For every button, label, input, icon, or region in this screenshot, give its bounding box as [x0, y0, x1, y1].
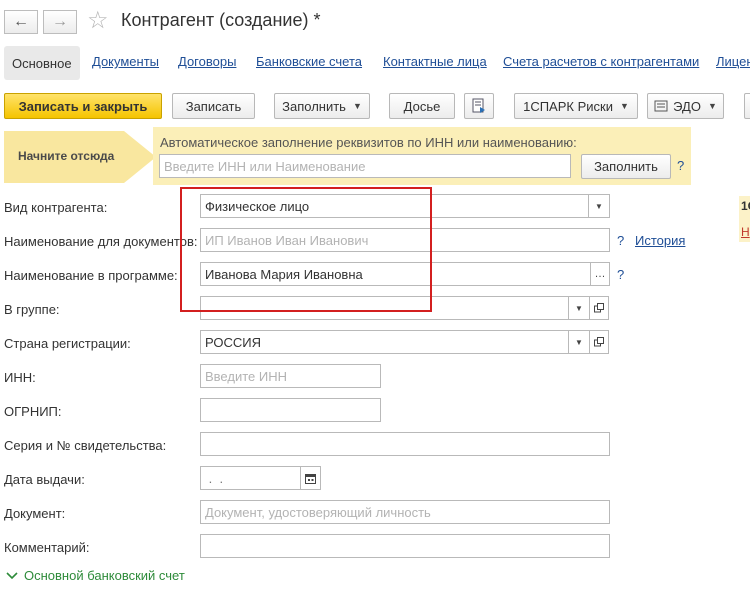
comment-input[interactable]	[200, 534, 610, 558]
country-open-button[interactable]	[589, 330, 609, 354]
autofill-fill-button[interactable]: Заполнить	[581, 154, 671, 179]
dropdown-caret-icon: ▼	[575, 303, 583, 313]
kind-label: Вид контрагента:	[4, 200, 108, 215]
page-title: Контрагент (создание) *	[121, 10, 321, 30]
fill-menu-button[interactable]: Заполнить ▼	[274, 93, 370, 119]
ogrnip-input[interactable]	[200, 398, 381, 422]
edo-icon	[654, 100, 668, 112]
document-label: Документ:	[4, 506, 66, 521]
side-panel-text: 1С	[741, 199, 750, 213]
dossier-button[interactable]: Досье	[389, 93, 455, 119]
comment-label: Комментарий:	[4, 540, 90, 555]
spark-risks-label: 1СПАРК Риски	[523, 98, 613, 114]
start-here-label: Начните отсюда	[18, 149, 115, 163]
highlight-box	[180, 187, 432, 312]
tab-main[interactable]: Основное	[4, 46, 80, 80]
issue-date-label: Дата выдачи:	[4, 472, 85, 487]
report-button[interactable]	[464, 93, 494, 119]
report-icon	[472, 98, 485, 113]
ogrnip-label: ОГРНИП:	[4, 404, 62, 419]
tab-settlement-accounts[interactable]: Счета расчетов с контрагентами	[503, 54, 699, 69]
autofill-help-link[interactable]: ?	[677, 158, 684, 173]
country-select[interactable]: РОССИЯ	[200, 330, 569, 354]
dropdown-caret-icon: ▼	[595, 201, 603, 211]
edo-button[interactable]: ЭДО ▼	[647, 93, 724, 119]
tab-bank-accounts[interactable]: Банковские счета	[256, 54, 362, 69]
bank-account-section-toggle[interactable]: Основной банковский счет	[6, 568, 185, 583]
chevron-down-icon	[6, 571, 18, 579]
side-panel-link[interactable]: Н	[741, 225, 750, 239]
favorite-star-icon[interactable]: ☆	[87, 9, 109, 33]
edo-label: ЭДО	[673, 98, 701, 114]
issue-date-input[interactable]: . .	[200, 466, 301, 490]
spark-risks-button[interactable]: 1СПАРК Риски ▼	[514, 93, 638, 119]
kind-dropdown-button[interactable]: ▼	[588, 194, 610, 218]
tab-licenses[interactable]: Лиценз	[716, 54, 750, 69]
more-button[interactable]	[744, 93, 750, 119]
document-input[interactable]: Документ, удостоверяющий личность	[200, 500, 610, 524]
certificate-label: Серия и № свидетельства:	[4, 438, 167, 453]
dropdown-caret-icon: ▼	[619, 101, 629, 111]
tab-contracts[interactable]: Договоры	[178, 54, 236, 69]
history-link[interactable]: История	[635, 233, 685, 248]
tab-documents[interactable]: Документы	[92, 54, 159, 69]
open-form-icon	[594, 337, 604, 347]
save-and-close-button[interactable]: Записать и закрыть	[4, 93, 162, 119]
program-name-more-button[interactable]: …	[590, 262, 610, 286]
country-dropdown-button[interactable]: ▼	[568, 330, 590, 354]
forward-arrow-icon: →	[52, 13, 68, 30]
inn-search-input[interactable]: Введите ИНН или Наименование	[159, 154, 571, 178]
country-label: Страна регистрации:	[4, 336, 131, 351]
doc-name-help-link[interactable]: ?	[617, 233, 624, 248]
bank-account-section-label: Основной банковский счет	[24, 568, 185, 583]
autofill-label: Автоматическое заполнение реквизитов по …	[160, 135, 577, 150]
doc-name-label: Наименование для документов:	[4, 234, 198, 249]
group-open-button[interactable]	[589, 296, 609, 320]
program-name-label: Наименование в программе:	[4, 268, 178, 283]
forward-button[interactable]: →	[43, 10, 77, 34]
inn-label: ИНН:	[4, 370, 36, 385]
group-label: В группе:	[4, 302, 60, 317]
open-form-icon	[594, 303, 604, 313]
calendar-icon	[305, 473, 316, 484]
save-button[interactable]: Записать	[172, 93, 255, 119]
dropdown-caret-icon: ▼	[575, 337, 583, 347]
back-button[interactable]: ←	[4, 10, 38, 34]
inn-input[interactable]: Введите ИНН	[200, 364, 381, 388]
dropdown-caret-icon: ▼	[352, 101, 362, 111]
tab-contacts[interactable]: Контактные лица	[383, 54, 487, 69]
calendar-button[interactable]	[300, 466, 321, 490]
certificate-input[interactable]	[200, 432, 610, 456]
fill-menu-label: Заполнить	[282, 98, 346, 114]
dropdown-caret-icon: ▼	[707, 101, 717, 111]
group-dropdown-button[interactable]: ▼	[568, 296, 590, 320]
program-name-help-link[interactable]: ?	[617, 267, 624, 282]
back-arrow-icon: ←	[13, 13, 29, 30]
